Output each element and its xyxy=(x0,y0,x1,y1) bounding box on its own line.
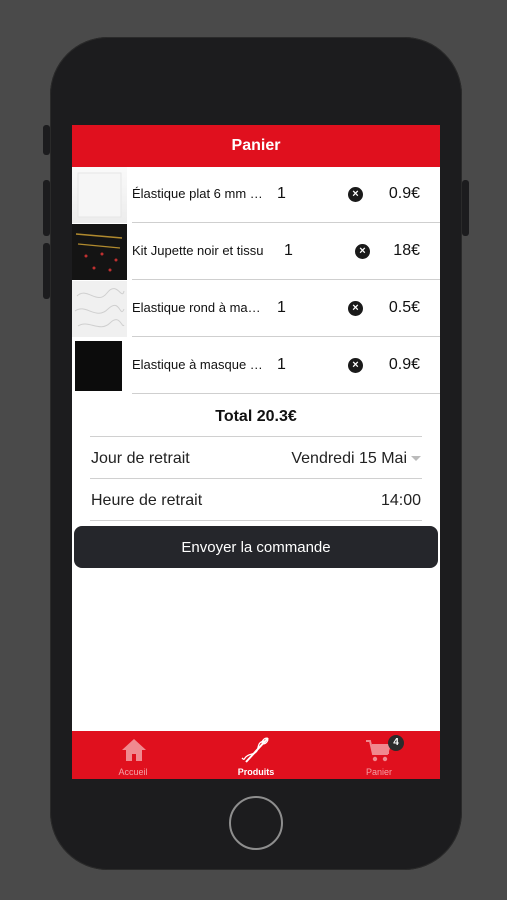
cart-item-row[interactable]: Elastique rond à masque blanc 1 × 0.5€ xyxy=(72,281,440,337)
tab-produits[interactable]: Produits xyxy=(216,731,296,779)
row-divider xyxy=(132,393,440,394)
tab-label: Accueil xyxy=(118,767,148,777)
cart-total: Total 20.3€ xyxy=(215,408,297,425)
pickup-day-label: Jour de retrait xyxy=(91,450,190,467)
item-price: 0.9€ xyxy=(388,185,420,202)
product-thumbnail xyxy=(72,281,127,337)
product-name: Kit Jupette noir et tissu xyxy=(132,243,264,258)
pickup-day-select[interactable]: Vendredi 15 Mai xyxy=(291,450,421,468)
tab-accueil[interactable]: Accueil xyxy=(93,731,173,779)
item-price: 0.9€ xyxy=(388,356,420,373)
quantity-value[interactable]: 1 xyxy=(277,356,286,374)
mute-switch xyxy=(43,125,50,155)
product-name: Élastique plat 6 mm blanc xyxy=(132,186,264,201)
pickup-day-value: Vendredi 15 Mai xyxy=(291,450,407,467)
cart-item-row[interactable]: Élastique plat 6 mm blanc 1 × 0.9€ xyxy=(72,167,440,223)
remove-item-icon[interactable]: × xyxy=(348,187,363,202)
item-price: 18€ xyxy=(393,242,420,259)
quantity-value[interactable]: 1 xyxy=(277,299,286,317)
product-thumbnail xyxy=(72,338,127,394)
row-divider xyxy=(132,279,440,280)
product-name: Elastique rond à masque blanc xyxy=(132,300,264,315)
needle-thread-icon xyxy=(241,737,269,763)
volume-up-button xyxy=(43,180,50,236)
tab-label: Panier xyxy=(365,767,392,777)
tab-bar: Accueil Produits 4 Panier xyxy=(72,731,440,779)
cart-item-row[interactable]: Kit Jupette noir et tissu 1 × 18€ xyxy=(72,224,440,280)
product-thumbnail xyxy=(72,224,127,280)
remove-item-icon[interactable]: × xyxy=(348,358,363,373)
product-name: Elastique à masque noir xyxy=(132,357,264,372)
cart-count-badge: 4 xyxy=(388,735,404,751)
row-divider xyxy=(132,336,440,337)
pickup-hour-label: Heure de retrait xyxy=(91,492,203,509)
divider xyxy=(90,436,422,437)
tab-panier[interactable]: 4 Panier xyxy=(339,731,419,779)
remove-item-icon[interactable]: × xyxy=(355,244,370,259)
app-screen: Panier Élastique plat 6 mm blanc 1 × 0.9… xyxy=(72,125,440,779)
divider xyxy=(90,478,422,479)
row-divider xyxy=(132,222,440,223)
tab-label: Produits xyxy=(237,767,275,777)
home-button[interactable] xyxy=(229,796,283,850)
quantity-value[interactable]: 1 xyxy=(284,242,293,260)
home-icon xyxy=(122,739,146,761)
item-price: 0.5€ xyxy=(388,299,420,316)
divider xyxy=(90,520,422,521)
quantity-value[interactable]: 1 xyxy=(277,185,286,203)
cart-item-row[interactable]: Elastique à masque noir 1 × 0.9€ xyxy=(72,338,440,394)
volume-down-button xyxy=(43,243,50,299)
product-thumbnail xyxy=(72,167,127,223)
power-button xyxy=(462,180,469,236)
send-order-button[interactable]: Envoyer la commande xyxy=(74,526,438,568)
remove-item-icon[interactable]: × xyxy=(348,301,363,316)
chevron-down-icon xyxy=(411,456,421,462)
pickup-hour-value[interactable]: 14:00 xyxy=(381,492,421,510)
page-title: Panier xyxy=(72,125,440,167)
